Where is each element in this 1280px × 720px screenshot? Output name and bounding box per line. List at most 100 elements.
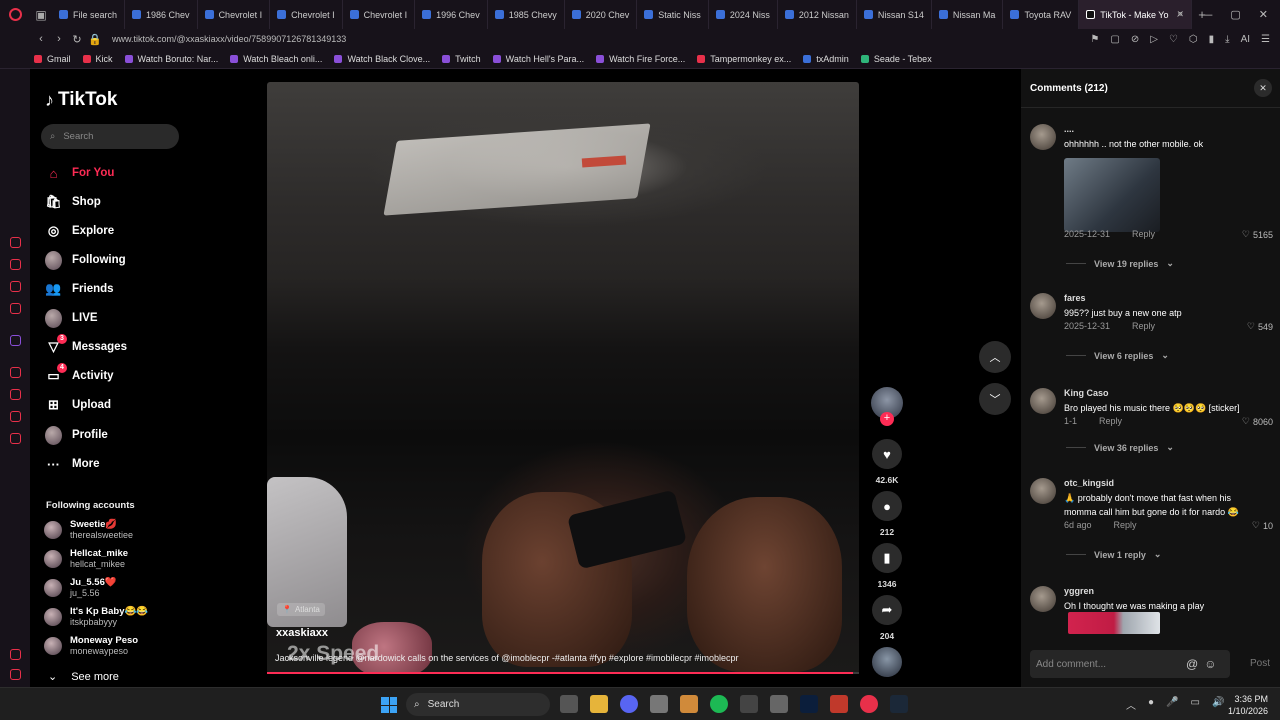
reply-button[interactable]: Reply [1114, 520, 1137, 530]
nav-item-activity[interactable]: ▭ 4 Activity [45, 362, 114, 387]
bookmark-item[interactable]: txAdmin [803, 54, 849, 64]
location-tag[interactable]: 📍 Atlanta [277, 603, 325, 616]
commenter-name[interactable]: King Caso [1064, 388, 1109, 398]
browser-tab[interactable]: 2020 Chev [565, 0, 638, 29]
comment-like-button[interactable]: ♡ 10 [1252, 520, 1273, 531]
share-button[interactable]: ➦ [872, 595, 902, 625]
taskbar-search[interactable]: ⌕ Search [406, 693, 550, 716]
following-account[interactable]: Hellcat_mike hellcat_mikee [44, 548, 128, 570]
reply-button[interactable]: Reply [1099, 416, 1122, 426]
following-account[interactable]: Ju_5.56❤️ ju_5.56 [44, 577, 117, 599]
taskbar-clock[interactable]: 3:36 PM 1/10/2026 [1226, 693, 1268, 717]
sidebar-app-icon[interactable] [10, 389, 21, 400]
nav-item-more[interactable]: ··· More [45, 453, 99, 475]
commenter-avatar[interactable] [1030, 388, 1056, 414]
windows-start-button[interactable] [381, 697, 397, 713]
tiktok-logo[interactable]: ♪ TikTok [45, 89, 117, 111]
browser-tab[interactable]: 1986 Chev [125, 0, 198, 29]
tab-overview-icon[interactable]: ▣ [30, 0, 52, 29]
like-button[interactable]: ♥ [872, 439, 902, 469]
browser-tab[interactable]: TikTok - Make Yo ✕ [1079, 0, 1193, 29]
save-button[interactable]: ▮ [872, 543, 902, 573]
commenter-name[interactable]: fares [1064, 293, 1086, 303]
reload-button[interactable]: ↻ [68, 33, 86, 46]
following-account[interactable]: Sweetie💋 therealsweetiee [44, 519, 133, 541]
mention-icon[interactable]: @ [1186, 657, 1198, 671]
view-replies-button[interactable]: View 36 replies ⌄ [1066, 442, 1174, 453]
comment-button[interactable]: ● [872, 491, 902, 521]
following-account[interactable]: Moneway Peso monewaypeso [44, 635, 138, 657]
app-icon[interactable] [770, 695, 788, 713]
bookmark-item[interactable]: Watch Hell's Para... [492, 54, 584, 64]
opera-logo-icon[interactable] [0, 0, 30, 29]
snapshot-icon[interactable]: ▢ [1110, 34, 1119, 45]
commenter-avatar[interactable] [1030, 293, 1056, 319]
sidebar-app-icon[interactable] [10, 303, 21, 314]
sidebar-app-icon[interactable] [10, 237, 21, 248]
browser-tab[interactable]: Toyota RAV [1003, 0, 1080, 29]
comment-image[interactable] [1064, 158, 1160, 232]
forward-button[interactable]: › [50, 33, 68, 45]
app-icon[interactable] [650, 695, 668, 713]
app-icon[interactable] [680, 695, 698, 713]
follow-plus-button[interactable]: + [880, 412, 894, 426]
volume-icon[interactable]: 🔊 [1212, 697, 1224, 712]
nav-item-shop[interactable]: 🛍 Shop [45, 191, 101, 213]
back-button[interactable]: ‹ [32, 33, 50, 45]
sidebar-app-icon[interactable] [10, 259, 21, 270]
next-video-button[interactable]: ﹀ [979, 383, 1011, 415]
video-author[interactable]: xxaskiaxx [276, 627, 328, 639]
search-tabs-icon[interactable]: ⌕ [1177, 8, 1183, 21]
adblock-icon[interactable]: ⊘ [1131, 34, 1139, 45]
steam-icon[interactable] [890, 695, 908, 713]
task-view-icon[interactable] [560, 695, 578, 713]
download-icon[interactable]: ⤓ [1225, 34, 1229, 45]
commenter-avatar[interactable] [1030, 586, 1056, 612]
nav-item-for-you[interactable]: ⌂ For You [45, 162, 115, 184]
bookmark-item[interactable]: Seade - Tebex [860, 54, 932, 64]
photoshop-icon[interactable] [800, 695, 818, 713]
commenter-name[interactable]: yggren [1064, 586, 1094, 596]
more-icon[interactable] [10, 669, 21, 680]
commenter-name[interactable]: .... [1064, 124, 1074, 134]
browser-tab[interactable]: Static Niss [637, 0, 709, 29]
nav-item-profile[interactable]: Profile [45, 424, 108, 446]
maximize-button[interactable]: ▢ [1230, 8, 1240, 21]
browser-tab[interactable]: 2012 Nissan [778, 0, 857, 29]
see-more-button[interactable]: ⌄ See more [48, 670, 119, 684]
bookmark-item[interactable]: Watch Fire Force... [596, 54, 685, 64]
minimize-button[interactable]: — [1201, 9, 1212, 21]
nav-item-following[interactable]: Following [45, 249, 126, 271]
close-window-button[interactable]: ✕ [1259, 8, 1268, 21]
app-icon[interactable] [830, 695, 848, 713]
extensions-icon[interactable]: ⬡ [1189, 34, 1198, 45]
bookmark-item[interactable]: Watch Black Clove... [334, 54, 430, 64]
spotify-icon[interactable] [710, 695, 728, 713]
nav-item-explore[interactable]: ◎ Explore [45, 220, 114, 242]
tray-overflow-icon[interactable]: ︿ [1126, 697, 1136, 712]
video-player[interactable]: 📍 Atlanta xxaskiaxx 2x Speed Jacksonvill… [267, 82, 859, 674]
ai-icon[interactable]: AI [1241, 34, 1250, 45]
twitch-icon[interactable] [10, 335, 21, 346]
nav-item-friends[interactable]: 👥 Friends [45, 278, 113, 300]
commenter-avatar[interactable] [1030, 124, 1056, 150]
comment-like-button[interactable]: ♡ 5165 [1242, 229, 1273, 240]
comment-like-button[interactable]: ♡ 8060 [1242, 416, 1273, 427]
emoji-icon[interactable]: ☺ [1204, 657, 1216, 671]
tray-app-icon[interactable]: ● [1148, 697, 1154, 712]
bookmark-item[interactable]: Tampermonkey ex... [697, 54, 791, 64]
browser-tab[interactable]: Chevrolet I [270, 0, 343, 29]
reply-button[interactable]: Reply [1132, 321, 1155, 331]
nav-item-live[interactable]: LIVE [45, 307, 98, 329]
play-icon[interactable]: ▷ [1150, 34, 1158, 45]
browser-tab[interactable]: 1996 Chev [415, 0, 488, 29]
view-replies-button[interactable]: View 6 replies ⌄ [1066, 350, 1169, 361]
sidebar-app-icon[interactable] [10, 411, 21, 422]
bookmark-item[interactable]: Watch Bleach onli... [230, 54, 322, 64]
browser-tab[interactable]: Nissan S14 [857, 0, 932, 29]
browser-tab[interactable]: Chevrolet I [198, 0, 271, 29]
gx-icon[interactable] [10, 649, 21, 660]
sidebar-app-icon[interactable] [10, 367, 21, 378]
discord-icon[interactable] [620, 695, 638, 713]
following-account[interactable]: It's Kp Baby😂😂 itskpbabyyy [44, 606, 148, 628]
